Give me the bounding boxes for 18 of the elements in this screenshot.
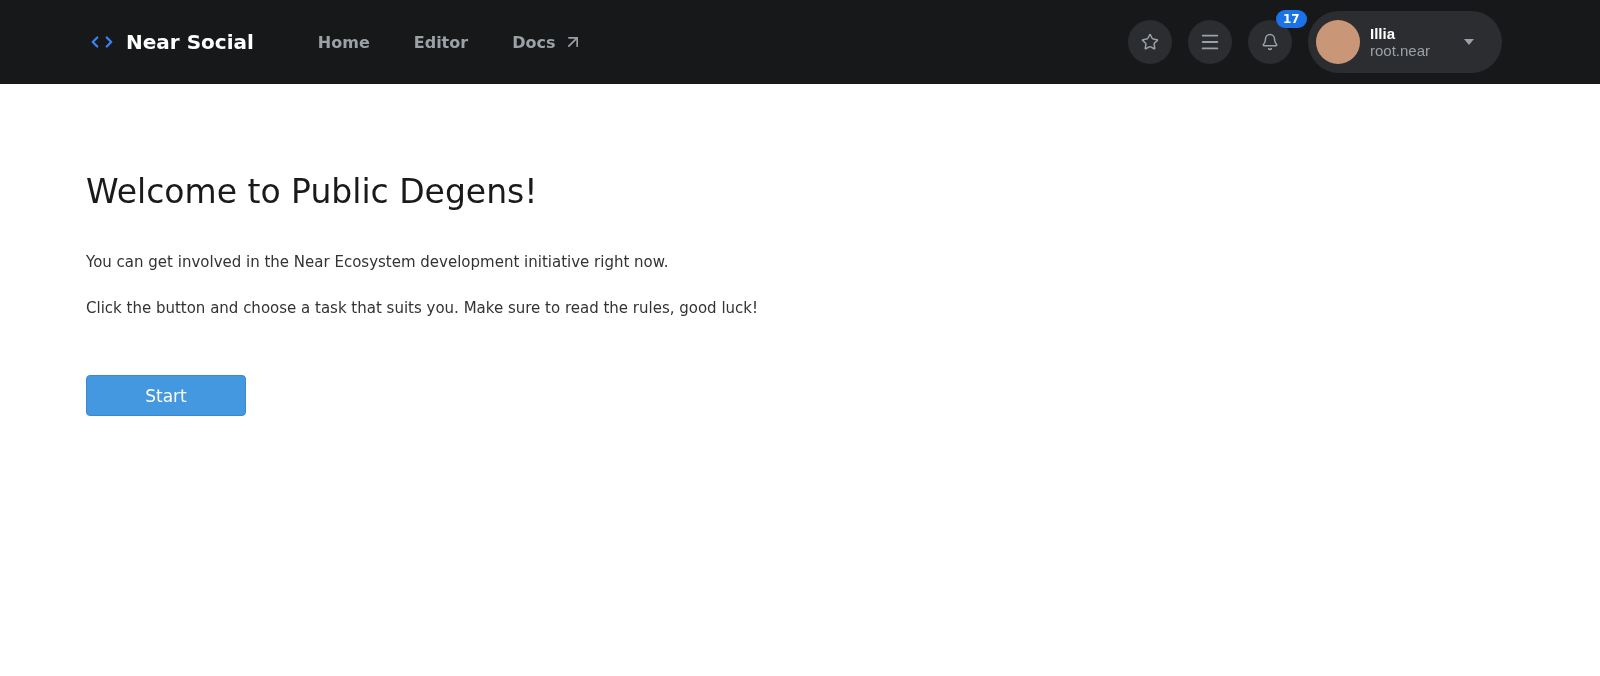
brand-link[interactable]: Near Social (86, 30, 254, 54)
avatar (1316, 20, 1360, 64)
nav-link[interactable]: Editor (391, 32, 491, 52)
bell-icon (1261, 33, 1279, 51)
notification-count: 17 (1276, 10, 1307, 28)
account-name: root.near (1370, 42, 1431, 59)
nav-link[interactable]: Home (295, 32, 392, 52)
brand-name: Near Social (126, 30, 254, 54)
caret-icon (1464, 39, 1474, 45)
intro-text: Click the button and choose a task that suits you. Make sure to read the rules, good luck! (86, 299, 760, 317)
page-title: Welcome to Public Degens! (86, 172, 539, 211)
menu-button[interactable] (1188, 20, 1232, 64)
intro-text: You can get involved in the Near Ecosystem development initiative right now. (86, 253, 670, 271)
star-icon (1141, 33, 1159, 51)
user-name: Illia (1370, 25, 1395, 42)
user-menu-button[interactable]: Illia root.near (1308, 11, 1502, 73)
favorites-button[interactable] (1128, 20, 1172, 64)
nav-link[interactable]: Docs (490, 32, 606, 52)
